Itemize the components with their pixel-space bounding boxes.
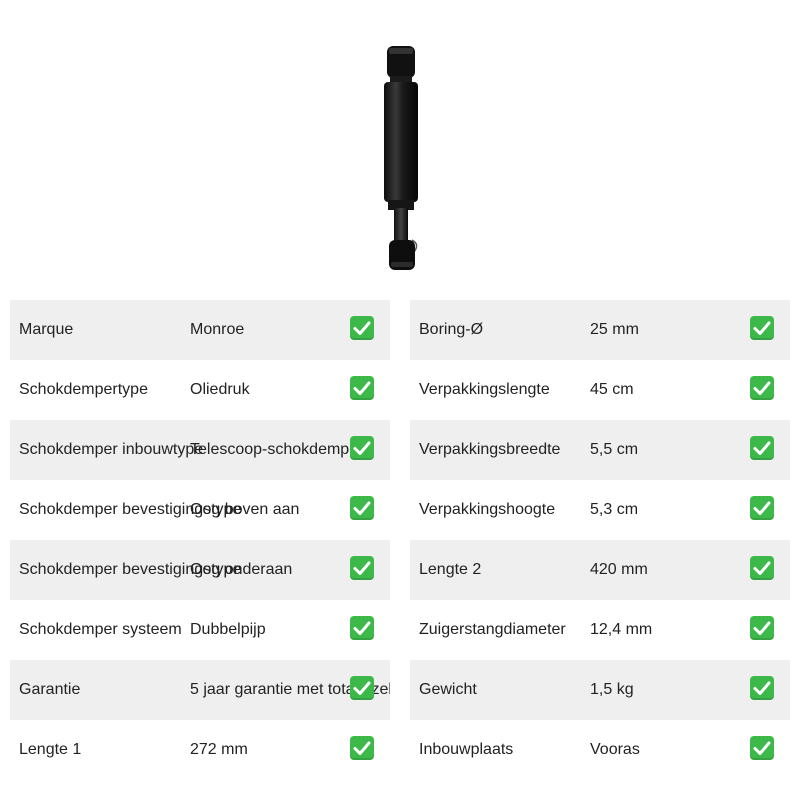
spec-table-left: Marque Monroe Schokdempertype Oliedruk S… (10, 300, 390, 780)
check-mark-icon (350, 436, 374, 460)
spec-value: Vooras (590, 741, 640, 758)
spec-value: 25 mm (590, 321, 639, 338)
spec-label: Inbouwplaats (419, 741, 514, 758)
spec-value: Oog onderaan (190, 561, 293, 578)
spec-row: Garantie 5 jaar garantie met totale zeke… (10, 660, 390, 720)
spec-label: Schokdemper inbouwtype (19, 441, 204, 458)
spec-value: Oog boven aan (190, 501, 300, 518)
check-mark-icon (350, 676, 374, 700)
spec-value: Dubbelpijp (190, 621, 266, 638)
shock-absorber-image (360, 40, 440, 280)
check-mark-icon (750, 316, 774, 340)
spec-row: Gewicht 1,5 kg (410, 660, 790, 720)
spec-value: 420 mm (590, 561, 648, 578)
spec-row: Lengte 2 420 mm (410, 540, 790, 600)
spec-label: Schokdemper systeem (19, 621, 182, 638)
check-mark-icon (350, 496, 374, 520)
check-mark-icon (350, 736, 374, 760)
check-mark-icon (750, 616, 774, 640)
spec-value: Oliedruk (190, 381, 250, 398)
spec-value: 272 mm (190, 741, 248, 758)
spec-value: Telescoop-schokdemper (190, 441, 364, 458)
check-mark-icon (750, 556, 774, 580)
spec-row: Schokdemper systeem Dubbelpijp (10, 600, 390, 660)
spec-row: Verpakkingshoogte 5,3 cm (410, 480, 790, 540)
check-mark-icon (750, 376, 774, 400)
spec-table-right: Boring-Ø 25 mm Verpakkingslengte 45 cm V… (410, 300, 790, 780)
spec-row: Verpakkingsbreedte 5,5 cm (410, 420, 790, 480)
spec-value: 5,5 cm (590, 441, 639, 458)
spec-label: Verpakkingshoogte (419, 501, 556, 518)
spec-row: Schokdemper bevestigingstype Oog boven a… (10, 480, 390, 540)
product-spec-page: Marque Monroe Schokdempertype Oliedruk S… (0, 0, 800, 800)
spec-value: 1,5 kg (590, 681, 634, 698)
spec-row: Marque Monroe (10, 300, 390, 360)
spec-label: Verpakkingslengte (419, 381, 550, 398)
spec-label: Marque (19, 321, 74, 338)
spec-label: Garantie (19, 681, 81, 698)
spec-row: Verpakkingslengte 45 cm (410, 360, 790, 420)
spec-label: Zuigerstangdiameter (419, 621, 566, 638)
spec-value: 12,4 mm (590, 621, 653, 638)
spec-label: Lengte 2 (419, 561, 482, 578)
check-mark-icon (750, 676, 774, 700)
spec-label: Schokdempertype (19, 381, 148, 398)
spec-row: Inbouwplaats Vooras (410, 720, 790, 780)
spec-row: Schokdempertype Oliedruk (10, 360, 390, 420)
spec-label: Lengte 1 (19, 741, 82, 758)
check-mark-icon (750, 736, 774, 760)
spec-value: 45 cm (590, 381, 634, 398)
spec-row: Schokdemper bevestigingstype Oog onderaa… (10, 540, 390, 600)
spec-label: Gewicht (419, 681, 477, 698)
spec-label: Verpakkingsbreedte (419, 441, 561, 458)
spec-row: Schokdemper inbouwtype Telescoop-schokde… (10, 420, 390, 480)
check-mark-icon (750, 436, 774, 460)
check-mark-icon (350, 316, 374, 340)
check-mark-icon (350, 376, 374, 400)
spec-label: Boring-Ø (419, 321, 484, 338)
spec-value: 5,3 cm (590, 501, 639, 518)
check-mark-icon (350, 556, 374, 580)
spec-row: Lengte 1 272 mm (10, 720, 390, 780)
check-mark-icon (350, 616, 374, 640)
spec-value: Monroe (190, 321, 245, 338)
check-mark-icon (750, 496, 774, 520)
spec-row: Zuigerstangdiameter 12,4 mm (410, 600, 790, 660)
spec-row: Boring-Ø 25 mm (410, 300, 790, 360)
